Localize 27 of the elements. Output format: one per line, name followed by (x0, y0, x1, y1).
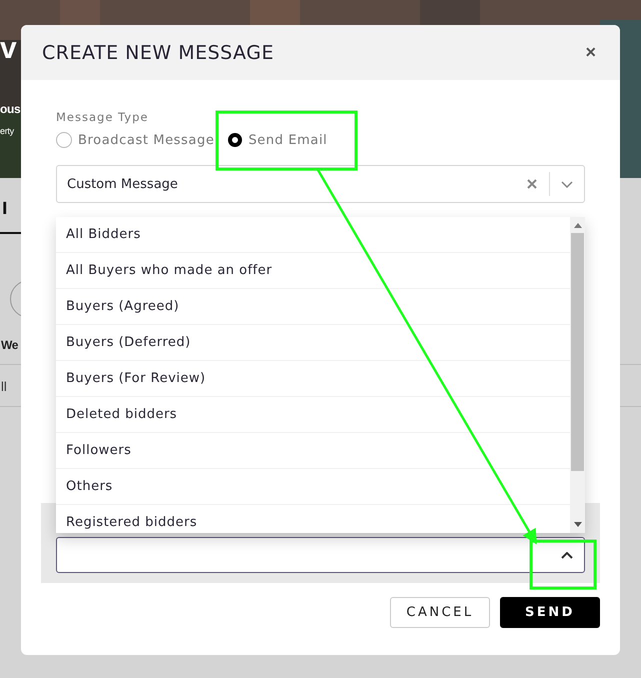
hero-text: ous (0, 102, 20, 116)
field-label: Message Type (56, 110, 148, 124)
template-select[interactable]: Custom Message (56, 165, 585, 203)
menu-option[interactable]: All Bidders (56, 217, 570, 253)
send-button[interactable]: SEND (500, 597, 600, 628)
scroll-up-icon[interactable] (574, 222, 582, 228)
menu-option[interactable]: Buyers (Deferred) (56, 325, 570, 361)
hero-text: v (0, 32, 16, 66)
dialog-title: CREATE NEW MESSAGE (42, 42, 274, 64)
menu-option[interactable]: All Buyers who made an offer (56, 253, 570, 289)
radio-option[interactable]: Broadcast Message (56, 132, 214, 148)
highlight-box (530, 540, 596, 590)
cancel-button[interactable]: CANCEL (390, 597, 490, 628)
recipient-select[interactable] (56, 537, 585, 573)
tab[interactable]: l (2, 199, 8, 218)
section-heading: We (1, 338, 18, 352)
menu-option[interactable]: Followers (56, 433, 570, 469)
menu-option[interactable]: Buyers (Agreed) (56, 289, 570, 325)
scroll-down-icon[interactable] (574, 522, 582, 528)
menu-option[interactable]: Deleted bidders (56, 397, 570, 433)
radio-option[interactable]: Send Email (228, 132, 328, 148)
scrollbar[interactable] (570, 217, 585, 533)
menu-option[interactable]: Others (56, 469, 570, 505)
filter-link[interactable]: ll (1, 379, 7, 394)
close-button[interactable]: × (583, 42, 598, 63)
menu-option[interactable]: Buyers (For Review) (56, 361, 570, 397)
hero-text: erty (0, 126, 14, 136)
